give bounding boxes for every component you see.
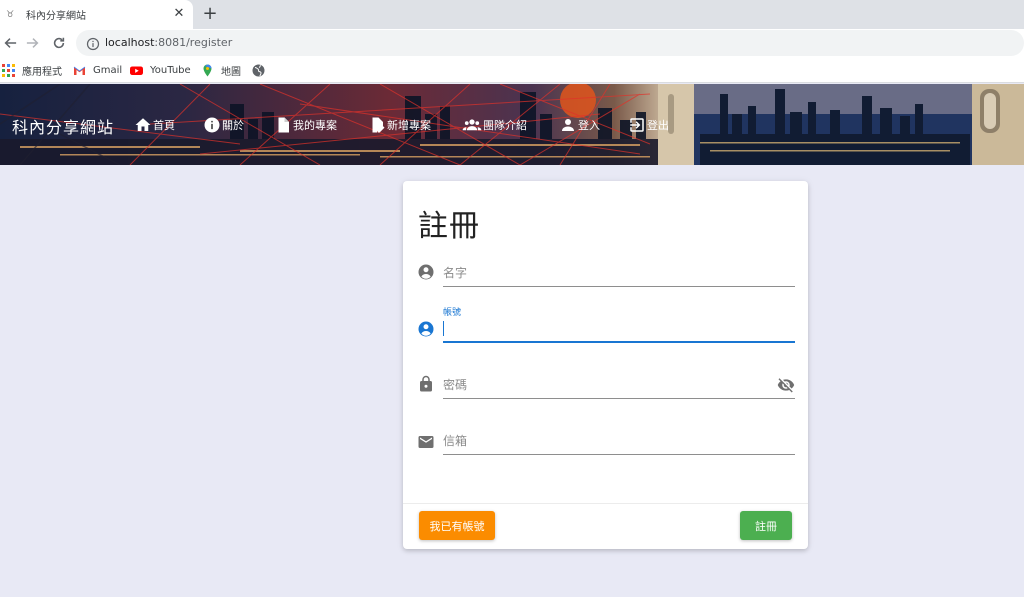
youtube-icon <box>130 64 143 77</box>
home-icon <box>134 116 152 134</box>
nav-label: 團隊介紹 <box>483 119 527 132</box>
bookmark-label: YouTube <box>150 64 191 76</box>
apps-grid-icon <box>2 63 15 77</box>
register-card: 註冊 帳號 我已有帳號 註冊 <box>403 181 808 549</box>
logout-icon <box>628 116 646 134</box>
email-icon <box>417 433 435 451</box>
account-input[interactable] <box>443 315 795 343</box>
reload-icon[interactable] <box>49 33 69 53</box>
nav-login[interactable]: 登入 <box>559 115 600 135</box>
password-input[interactable] <box>443 371 795 399</box>
bookmarks-bar: 應用程式 Gmail YouTube 地圖 <box>0 57 1024 83</box>
have-account-button[interactable]: 我已有帳號 <box>419 511 495 540</box>
bookmark-label: Gmail <box>93 64 123 76</box>
gmail-icon <box>73 64 86 77</box>
nav-label: 登出 <box>647 119 669 132</box>
header-banner: 科內分享網站 首頁 關於 我的專案 新增專案 團隊介紹 登入 登出 <box>0 84 1024 165</box>
account-circle-icon <box>417 263 435 281</box>
register-button[interactable]: 註冊 <box>740 511 792 540</box>
site-brand[interactable]: 科內分享網站 <box>12 114 114 138</box>
nav-label: 我的專案 <box>293 119 337 132</box>
url-host: localhost <box>105 36 155 49</box>
url-path: :8081/register <box>154 36 233 49</box>
email-input[interactable] <box>443 427 795 455</box>
nav-my-projects[interactable]: 我的專案 <box>274 115 337 135</box>
globe-icon <box>252 64 265 77</box>
file-icon <box>274 116 292 134</box>
address-bar[interactable]: localhost:8081/register <box>76 30 1024 56</box>
bookmark-apps[interactable]: 應用程式 <box>2 62 62 78</box>
browser-tab[interactable]: ♉ 科內分享網站 ✕ <box>0 0 193 29</box>
group-icon <box>462 116 482 134</box>
name-input[interactable] <box>443 259 795 287</box>
nav-label: 首頁 <box>153 119 175 132</box>
nav-label: 登入 <box>578 119 600 132</box>
bookmark-globe[interactable] <box>252 62 272 78</box>
password-field-group <box>417 371 795 401</box>
new-tab-icon[interactable]: + <box>200 4 220 24</box>
person-icon <box>559 116 577 134</box>
nav-logout[interactable]: 登出 <box>628 115 669 135</box>
page-title: 註冊 <box>418 209 480 244</box>
visibility-off-icon[interactable] <box>777 376 795 394</box>
bookmark-youtube[interactable]: YouTube <box>130 62 191 78</box>
bookmark-label: 應用程式 <box>22 66 62 78</box>
maps-pin-icon <box>201 64 214 77</box>
forward-arrow-icon[interactable] <box>23 33 43 53</box>
page-favicon-icon: ♉ <box>6 9 15 20</box>
card-divider <box>403 503 808 504</box>
close-tab-icon[interactable]: ✕ <box>172 7 186 21</box>
site-info-icon[interactable] <box>86 36 100 51</box>
nav-label: 關於 <box>222 119 244 132</box>
account-field-group: 帳號 <box>417 305 795 343</box>
back-arrow-icon[interactable] <box>0 33 20 53</box>
nav-team[interactable]: 團隊介紹 <box>462 115 527 135</box>
url-text: localhost:8081/register <box>105 36 232 50</box>
nav-new-project[interactable]: 新增專案 <box>368 115 431 135</box>
bookmark-label: 地圖 <box>221 66 241 78</box>
browser-tab-strip: ♉ 科內分享網站 ✕ + <box>0 0 1024 29</box>
bookmark-maps[interactable]: 地圖 <box>201 62 241 78</box>
file-edit-icon <box>368 116 386 134</box>
lock-icon <box>417 375 435 393</box>
nav-home[interactable]: 首頁 <box>134 115 175 135</box>
browser-toolbar: localhost:8081/register <box>0 29 1024 57</box>
bookmark-gmail[interactable]: Gmail <box>73 62 122 78</box>
info-icon <box>203 116 221 134</box>
text-caret <box>443 321 444 336</box>
email-field-group <box>417 427 795 457</box>
nav-label: 新增專案 <box>387 119 431 132</box>
name-field-group <box>417 259 795 289</box>
account-circle-icon <box>417 320 435 338</box>
nav-about[interactable]: 關於 <box>203 115 244 135</box>
tab-title: 科內分享網站 <box>26 11 86 22</box>
